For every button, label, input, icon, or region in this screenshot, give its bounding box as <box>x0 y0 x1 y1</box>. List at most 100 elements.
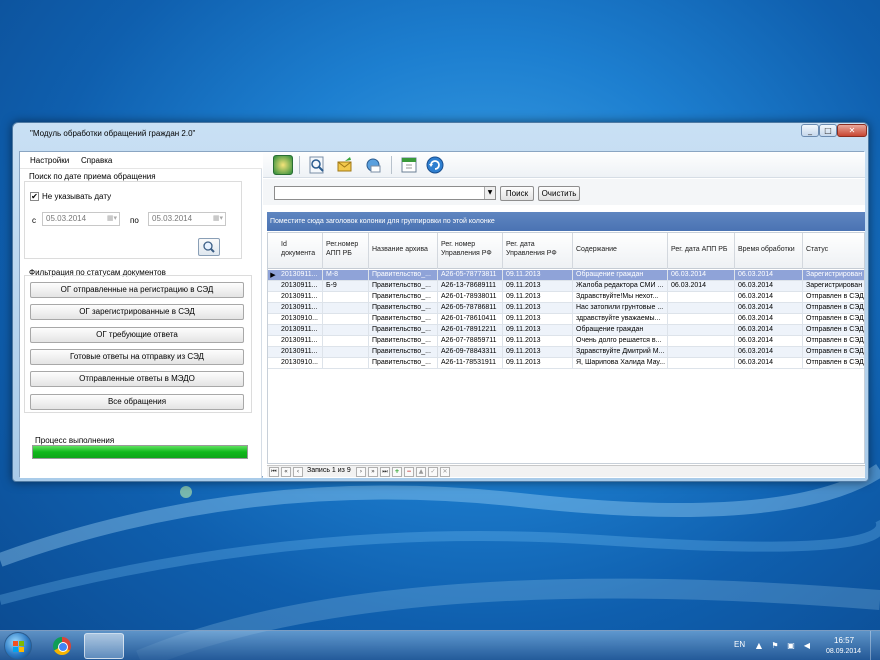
cell-processing-time[interactable]: 06.03.2014 <box>735 281 803 292</box>
filter-combobox[interactable]: ▼ <box>274 186 496 200</box>
cell-status[interactable]: Отправлен в СЭД ... <box>803 303 864 314</box>
language-indicator[interactable]: EN <box>734 640 745 649</box>
row-indicator-icon[interactable] <box>268 281 278 292</box>
cancel-record-icon[interactable]: ✕ <box>440 467 450 477</box>
start-button[interactable] <box>4 632 32 660</box>
cell-status[interactable]: Зарегистрирован ... <box>803 270 864 281</box>
clear-button[interactable]: Очистить <box>538 186 580 201</box>
cell-reg-number-rf[interactable]: А26-01-78912211 <box>438 325 503 336</box>
show-desktop-button[interactable] <box>870 631 880 660</box>
cell-reg-date-app[interactable] <box>668 303 735 314</box>
calendar-dropdown-icon[interactable]: ▦▾ <box>213 213 223 225</box>
cell-reg-number-app[interactable] <box>323 292 369 303</box>
cell-id[interactable]: 20130911... <box>278 347 323 358</box>
filter-registered-button[interactable]: ОГ зарегистрированные в СЭД <box>30 304 244 320</box>
cell-id[interactable]: 20130911... <box>278 303 323 314</box>
cell-reg-number-app[interactable] <box>323 314 369 325</box>
cell-content[interactable]: Здравствуйте!Мы нехот... <box>573 292 668 303</box>
cell-reg-date-app[interactable] <box>668 325 735 336</box>
cell-id[interactable]: 20130911... <box>278 270 323 281</box>
cell-archive-name[interactable]: Правительство_... <box>369 270 438 281</box>
cell-content[interactable]: Жалоба редактора СМИ ... <box>573 281 668 292</box>
cell-reg-number-app[interactable] <box>323 303 369 314</box>
cell-processing-time[interactable]: 06.03.2014 <box>735 358 803 369</box>
calendar-dropdown-icon[interactable]: ▦▾ <box>107 213 117 225</box>
calendar-icon[interactable] <box>399 155 419 175</box>
cell-id[interactable]: 20130911... <box>278 292 323 303</box>
cell-archive-name[interactable]: Правительство_... <box>369 303 438 314</box>
refresh-icon[interactable] <box>425 155 445 175</box>
cell-reg-date-app[interactable] <box>668 347 735 358</box>
cell-processing-time[interactable]: 06.03.2014 <box>735 292 803 303</box>
cell-reg-date-app[interactable] <box>668 358 735 369</box>
tray-arrow-icon[interactable]: ▲ <box>754 641 764 651</box>
cell-reg-number-app[interactable] <box>323 325 369 336</box>
cell-reg-date-app[interactable]: 06.03.2014 <box>668 270 735 281</box>
filter-ready-answers-button[interactable]: Готовые ответы на отправку из СЭД <box>30 349 244 365</box>
cell-reg-number-app[interactable] <box>323 336 369 347</box>
dropdown-arrow-icon[interactable]: ▼ <box>484 187 495 199</box>
cell-content[interactable]: Обращение граждан <box>573 325 668 336</box>
date-from-input[interactable]: 05.03.2014 ▦▾ <box>42 212 120 226</box>
column-header-reg-date-rf[interactable]: Рег. дата Управления РФ <box>503 233 573 269</box>
cell-reg-date-rf[interactable]: 09.11.2013 <box>503 281 573 292</box>
table-row[interactable]: 20130911... Б-9 Правительство_... А26-13-78… <box>268 281 864 292</box>
cell-processing-time[interactable]: 06.03.2014 <box>735 314 803 325</box>
table-row[interactable]: 20130911... Правительство_... А26-05-78786… <box>268 303 864 314</box>
table-row[interactable]: 20130911... Правительство_... А26-01-78912… <box>268 325 864 336</box>
apply-record-icon[interactable]: ✓ <box>428 467 438 477</box>
column-header-processing-time[interactable]: Время обработки <box>735 233 803 269</box>
cell-processing-time[interactable]: 06.03.2014 <box>735 270 803 281</box>
table-row[interactable]: 20130910... Правительство_... А26-01-78610… <box>268 314 864 325</box>
filter-sent-answers-medo-button[interactable]: Отправленные ответы в МЭДО <box>30 371 244 387</box>
network-icon[interactable]: ▣ <box>786 641 796 651</box>
cell-reg-number-rf[interactable]: А26-13-78689111 <box>438 281 503 292</box>
column-header-reg-date-app[interactable]: Рег. дата АПП РБ <box>668 233 735 269</box>
cell-archive-name[interactable]: Правительство_... <box>369 358 438 369</box>
cell-reg-number-rf[interactable]: А26-05-78773811 <box>438 270 503 281</box>
menu-help[interactable]: Справка <box>81 156 112 165</box>
cell-content[interactable]: здравствуйте уважаемы... <box>573 314 668 325</box>
cell-status[interactable]: Отправлен в СЭД ... <box>803 336 864 347</box>
cell-processing-time[interactable]: 06.03.2014 <box>735 303 803 314</box>
row-indicator-icon[interactable] <box>268 292 278 303</box>
cell-content[interactable]: Очень долго решается в... <box>573 336 668 347</box>
cell-reg-date-rf[interactable]: 09.11.2013 <box>503 303 573 314</box>
group-by-panel[interactable]: Поместите сюда заголовок колонки для гру… <box>267 212 865 231</box>
table-row[interactable]: 20130910... Правительство_... А26-11-78531… <box>268 358 864 369</box>
filter-sent-to-registration-button[interactable]: ОГ отправленные на регистрацию в СЭД <box>30 282 244 298</box>
network-mail-icon[interactable] <box>363 155 383 175</box>
volume-icon[interactable]: ◀ <box>802 641 812 651</box>
taskbar-chrome-button[interactable] <box>44 633 80 659</box>
cell-archive-name[interactable]: Правительство_... <box>369 281 438 292</box>
cell-reg-number-rf[interactable]: А26-09-78843311 <box>438 347 503 358</box>
cell-archive-name[interactable]: Правительство_... <box>369 336 438 347</box>
column-header-status[interactable]: Статус <box>803 233 864 269</box>
cell-reg-number-app[interactable] <box>323 358 369 369</box>
clock-date[interactable]: 08.09.2014 <box>826 648 861 655</box>
cell-status[interactable]: Отправлен в СЭД ... <box>803 358 864 369</box>
search-button[interactable]: Поиск <box>500 186 534 201</box>
cell-archive-name[interactable]: Правительство_... <box>369 292 438 303</box>
cell-reg-number-rf[interactable]: А26-11-78531911 <box>438 358 503 369</box>
sed-logo-icon[interactable] <box>273 155 293 175</box>
column-header-id[interactable]: Id документа <box>278 233 323 269</box>
window-titlebar[interactable]: "Модуль обработки обращений граждан 2.0"… <box>13 123 868 145</box>
taskbar-module-button[interactable] <box>84 633 124 659</box>
column-header-reg-number-app[interactable]: Рег.номер АПП РБ <box>323 233 369 269</box>
cell-reg-number-app[interactable] <box>323 347 369 358</box>
cell-processing-time[interactable]: 06.03.2014 <box>735 336 803 347</box>
cell-processing-time[interactable]: 06.03.2014 <box>735 347 803 358</box>
table-row[interactable]: 20130911... Правительство_... А26-01-78938… <box>268 292 864 303</box>
cell-reg-date-rf[interactable]: 09.11.2013 <box>503 325 573 336</box>
maximize-button[interactable]: □ <box>819 124 837 137</box>
date-to-input[interactable]: 05.03.2014 ▦▾ <box>148 212 226 226</box>
minimize-button[interactable]: _ <box>801 124 819 137</box>
date-search-button[interactable] <box>198 238 220 256</box>
cell-reg-date-app[interactable]: 06.03.2014 <box>668 281 735 292</box>
table-row[interactable]: 20130911... Правительство_... А26-07-78859… <box>268 336 864 347</box>
envelope-arrow-icon[interactable] <box>335 155 355 175</box>
cell-reg-date-rf[interactable]: 09.11.2013 <box>503 314 573 325</box>
column-header-archive-name[interactable]: Название архива <box>369 233 438 269</box>
row-indicator-icon[interactable] <box>268 347 278 358</box>
